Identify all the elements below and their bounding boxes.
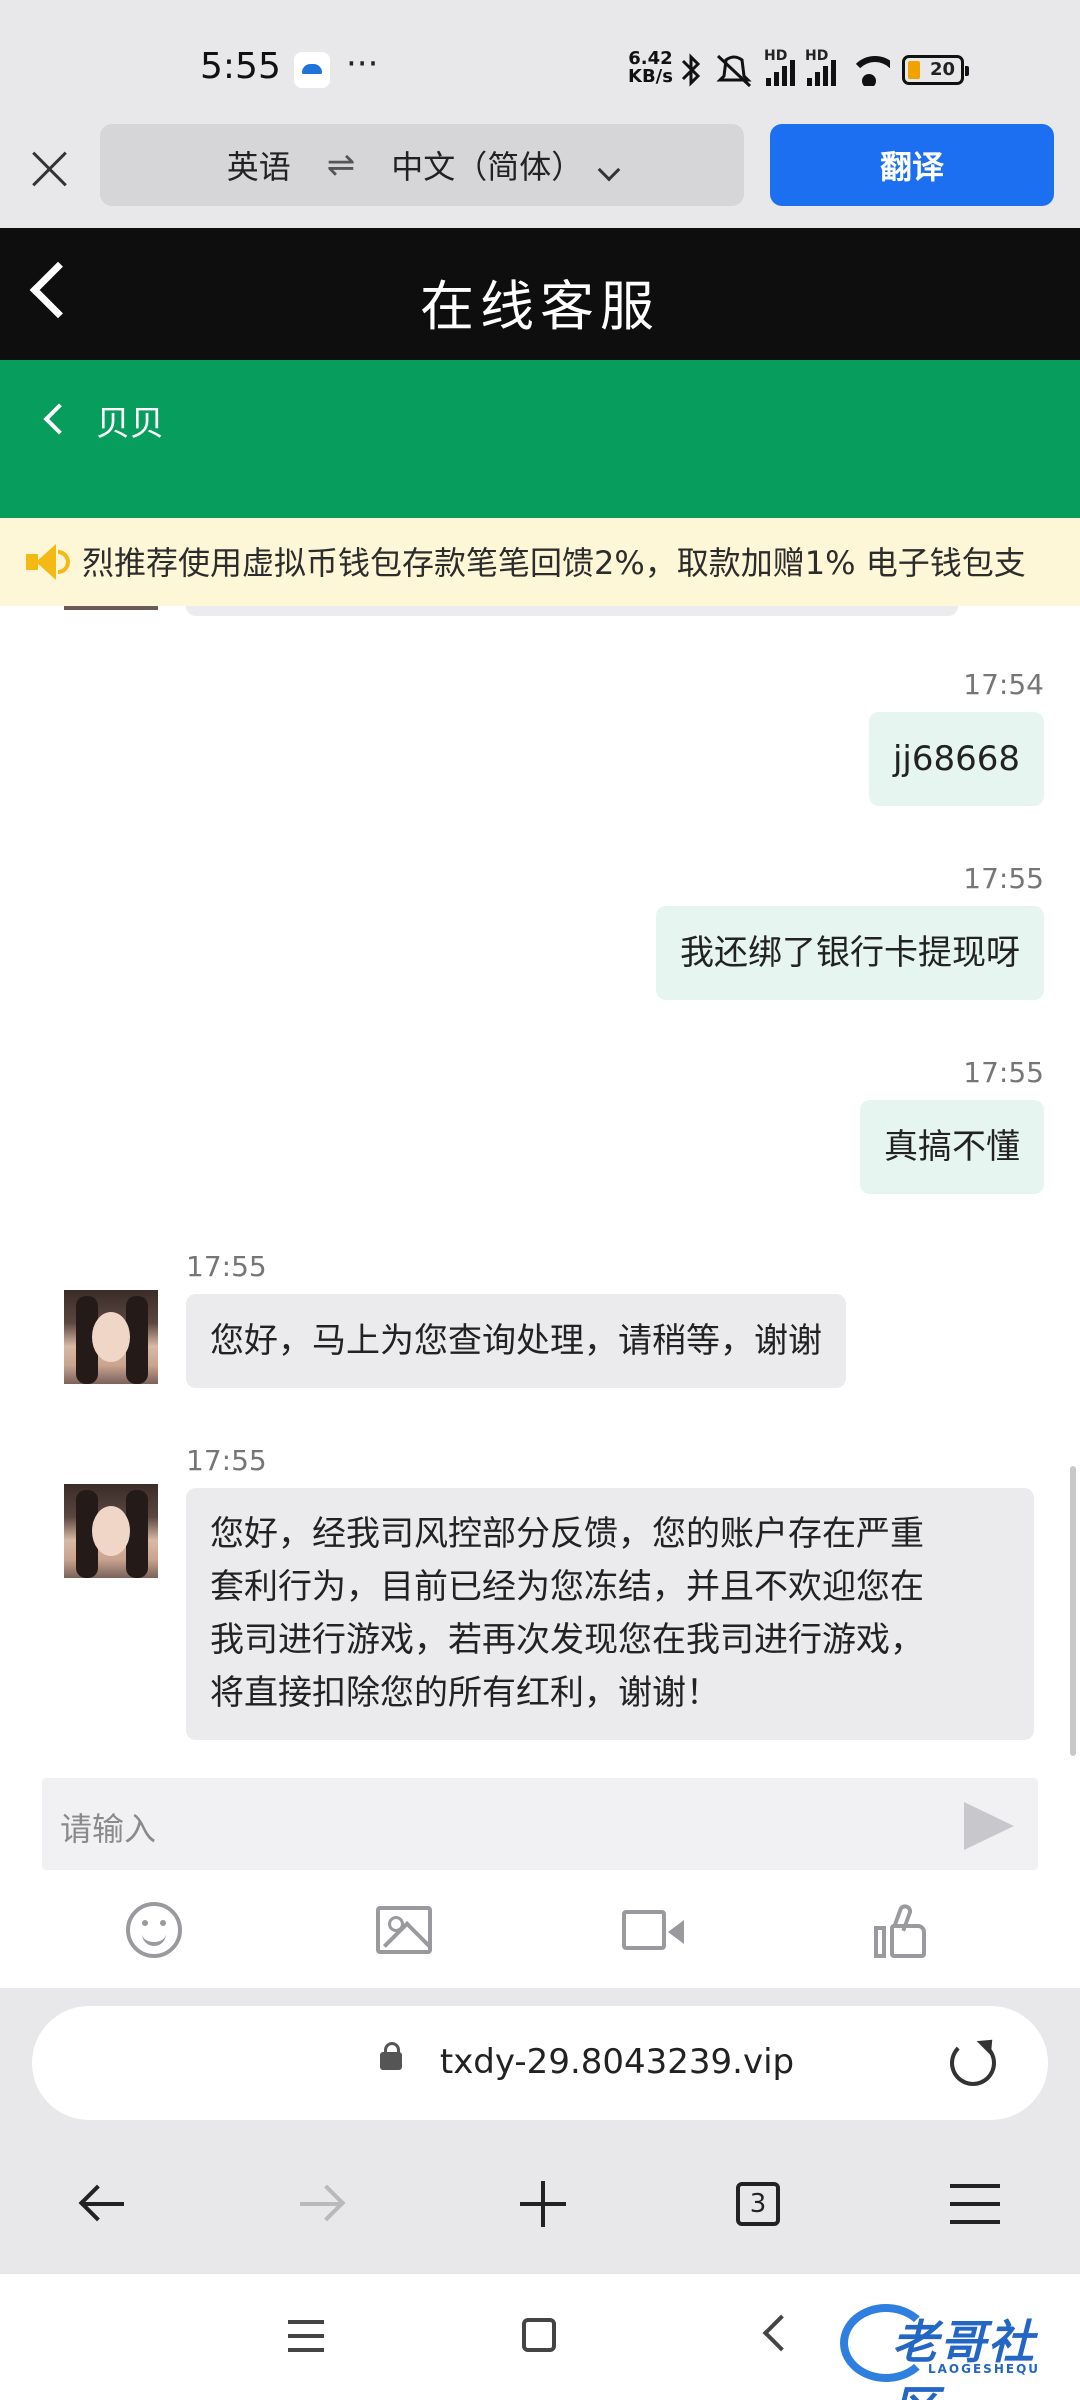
swap-languages-icon[interactable]: ⇌ (327, 145, 356, 185)
message-time: 17:55 (186, 1444, 267, 1477)
status-icons: HD HD 20 (680, 48, 969, 92)
message-bubble-outgoing: 真搞不懂 (860, 1100, 1044, 1194)
message-time: 17:55 (963, 862, 1044, 895)
reload-icon[interactable] (950, 2040, 996, 2086)
send-icon[interactable] (964, 1802, 1014, 1850)
mute-icon (716, 54, 752, 88)
tab-count-button[interactable]: 3 (736, 2182, 780, 2226)
target-language[interactable]: 中文（简体） (391, 142, 621, 188)
home-icon[interactable] (522, 2318, 556, 2352)
chevron-down-icon (597, 158, 621, 182)
url-text[interactable]: txdy-29.8043239.vip (402, 2042, 832, 2082)
watermark-subtext: LAOGESHEQU (928, 2362, 1041, 2376)
close-translate-icon[interactable] (30, 148, 70, 188)
message-bubble-incoming: 您好，马上为您查询处理，请稍等，谢谢 (186, 1294, 846, 1388)
signal-sim2-icon: HD (805, 48, 836, 86)
signal-sim1-icon: HD (764, 48, 795, 86)
address-bar[interactable]: txdy-29.8043239.vip (32, 2006, 1048, 2120)
page-title: 在线客服 (420, 275, 660, 338)
system-nav-bar: 老哥社区 LAOGESHEQU (0, 2274, 1080, 2400)
agent-avatar (64, 1290, 158, 1384)
composer: 请输入 (0, 1778, 1080, 1988)
message-time: 17:55 (963, 1056, 1044, 1089)
battery-level: 20 (929, 59, 955, 80)
message-bubble-outgoing: jj68668 (868, 712, 1044, 806)
message-line: 将直接扣除您的所有红利，谢谢！ (210, 1673, 720, 1713)
notice-text: 烈推荐使用虚拟币钱包存款笔笔回馈2%，取款加赠1% 电子钱包支 (82, 544, 1026, 582)
message-input-placeholder: 请输入 (60, 1810, 157, 1848)
avatar (64, 606, 158, 610)
message-bubble-outgoing: 我还绑了银行卡提现呀 (656, 906, 1044, 1000)
emoji-icon[interactable] (126, 1902, 182, 1958)
browser-url-area: txdy-29.8043239.vip (0, 1988, 1080, 2132)
message-time: 17:54 (963, 668, 1044, 701)
status-time: 5:55 (200, 46, 281, 87)
message-bubble (186, 606, 958, 616)
message-line: 套利行为，目前已经为您冻结，并且不欢迎您在 (210, 1567, 924, 1607)
watermark-text: 老哥社区 (892, 2315, 1036, 2400)
speaker-icon (26, 544, 70, 580)
video-icon[interactable] (622, 1910, 684, 1950)
network-speed-unit: KB/s (628, 66, 673, 87)
system-back-icon[interactable] (762, 2314, 800, 2352)
wifi-icon (848, 54, 890, 86)
source-language[interactable]: 英语 (227, 142, 291, 188)
message-input[interactable]: 请输入 (42, 1778, 1038, 1870)
scrollbar[interactable] (1070, 1466, 1076, 1756)
lock-icon (380, 2042, 402, 2070)
recent-apps-icon[interactable] (288, 2320, 324, 2324)
agent-bar: 贝贝 (0, 360, 1080, 518)
language-selector[interactable]: 英语 ⇌ 中文（简体） (100, 124, 744, 206)
battery-icon: 20 (902, 55, 969, 85)
message-time: 17:55 (186, 1250, 267, 1283)
agent-back-icon[interactable] (43, 403, 75, 435)
translate-button[interactable]: 翻译 (770, 124, 1054, 206)
chat-area[interactable]: 17:54 jj68668 17:55 我还绑了银行卡提现呀 17:55 真搞不… (0, 606, 1080, 1778)
thumbs-up-icon[interactable] (874, 1902, 930, 1960)
message-line: 我司进行游戏，若再次发现您在我司进行游戏， (210, 1620, 924, 1660)
message-line: 您好，经我司风控部分反馈，您的账户存在严重 (210, 1514, 924, 1554)
page-header: 在线客服 (0, 228, 1080, 360)
message-bubble-incoming: 您好，经我司风控部分反馈，您的账户存在严重 套利行为，目前已经为您冻结，并且不欢… (186, 1488, 1034, 1740)
browser-toolbar: 3 (0, 2132, 1080, 2274)
agent-avatar (64, 1484, 158, 1578)
image-icon[interactable] (376, 1906, 432, 1954)
agent-name[interactable]: 贝贝 (96, 396, 164, 445)
notice-marquee: 烈推荐使用虚拟币钱包存款笔笔回馈2%，取款加赠1% 电子钱包支 (0, 518, 1080, 606)
network-speed: 6.42 KB/s (628, 50, 673, 86)
app-notification-icon (294, 52, 330, 88)
bluetooth-icon (681, 53, 701, 87)
composer-tools (0, 1902, 1080, 1962)
more-notifications-icon: ··· (346, 44, 379, 84)
watermark-logo: 老哥社区 LAOGESHEQU (840, 2296, 1070, 2400)
translate-bar: 英语 ⇌ 中文（简体） 翻译 (0, 120, 1080, 228)
status-bar: 5:55 ··· 6.42 KB/s HD HD 20 (0, 0, 1080, 120)
